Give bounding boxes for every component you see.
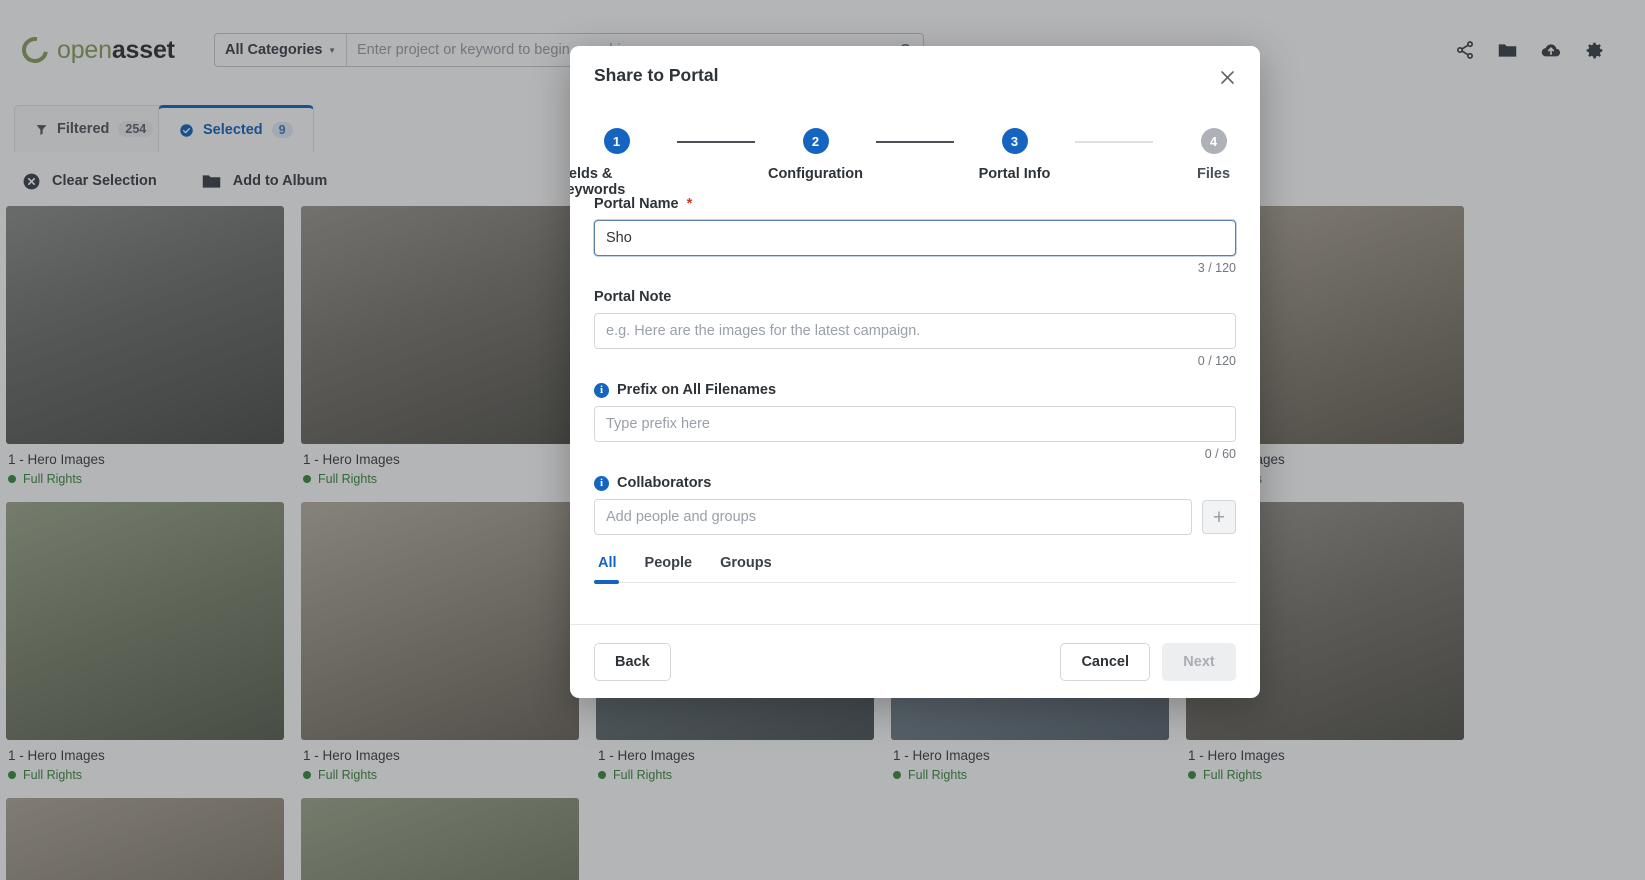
dialog-footer: Back Cancel Next <box>570 624 1260 698</box>
back-button-label: Back <box>615 653 650 670</box>
prefix-counter: 0 / 60 <box>1204 447 1236 461</box>
collaborators-input[interactable] <box>594 499 1192 535</box>
portal-name-label-text: Portal Name <box>594 196 679 212</box>
tab-groups[interactable]: Groups <box>706 555 786 582</box>
portal-note-label: Portal Note <box>594 289 1236 305</box>
info-icon[interactable]: i <box>594 382 609 398</box>
prefix-label: i Prefix on All Filenames <box>594 382 1236 398</box>
portal-note-label-text: Portal Note <box>594 289 672 305</box>
step-label: Configuration <box>767 166 864 182</box>
step-number: 1 <box>603 128 630 154</box>
step-connector <box>1075 141 1153 143</box>
wizard-step-files[interactable]: 4 Files <box>1153 128 1260 182</box>
step-number: 2 <box>802 128 829 154</box>
next-button-label: Next <box>1183 653 1215 670</box>
step-label: Fields & Keywords <box>570 166 626 198</box>
prefix-input[interactable] <box>594 406 1236 442</box>
step-connector <box>677 141 755 143</box>
collaborators-label: i Collaborators <box>594 475 1236 491</box>
add-collaborator-button[interactable]: + <box>1202 500 1236 534</box>
tab-groups-label: Groups <box>720 555 772 571</box>
back-button[interactable]: Back <box>594 642 671 681</box>
tab-people[interactable]: People <box>631 555 707 582</box>
portal-name-input[interactable] <box>594 220 1236 256</box>
cancel-button[interactable]: Cancel <box>1060 642 1150 681</box>
tab-all-label: All <box>598 555 617 571</box>
portal-note-input[interactable] <box>594 313 1236 349</box>
wizard-step-configuration[interactable]: 2 Configuration <box>755 128 876 182</box>
info-icon[interactable]: i <box>594 475 609 491</box>
next-button[interactable]: Next <box>1162 642 1236 681</box>
dialog-body: Portal Name * 3 / 120 Portal Note 0 / 120… <box>570 196 1260 624</box>
close-icon[interactable] <box>1212 62 1242 92</box>
page-title: Share to Portal <box>594 65 719 85</box>
prefix-label-text: Prefix on All Filenames <box>617 382 777 398</box>
required-asterisk: * <box>686 196 693 212</box>
wizard-step-portal-info[interactable]: 3 Portal Info <box>954 128 1075 182</box>
step-number: 3 <box>1001 128 1028 154</box>
wizard-stepper: 1 Fields & Keywords 2 Configuration 3 Po… <box>570 110 1260 198</box>
wizard-step-fields-keywords[interactable]: 1 Fields & Keywords <box>570 128 677 198</box>
step-label: Portal Info <box>978 166 1051 182</box>
cancel-button-label: Cancel <box>1081 653 1129 670</box>
collaborators-label-text: Collaborators <box>617 475 712 491</box>
collaborators-row: + <box>594 499 1236 535</box>
dialog-header: Share to Portal <box>570 46 1260 110</box>
portal-note-counter: 0 / 120 <box>1197 354 1236 368</box>
step-connector <box>876 141 954 143</box>
tab-all[interactable]: All <box>594 555 631 584</box>
portal-name-label: Portal Name * <box>594 196 1236 212</box>
step-label: Files <box>1196 166 1231 182</box>
tab-people-label: People <box>644 555 693 571</box>
share-to-portal-dialog: Share to Portal 1 Fields & Keywords 2 Co… <box>570 46 1260 698</box>
step-number: 4 <box>1200 128 1227 154</box>
collaborator-filter-tabs: All People Groups <box>594 555 1236 584</box>
portal-name-counter: 3 / 120 <box>1197 261 1236 275</box>
plus-icon: + <box>1212 505 1226 529</box>
